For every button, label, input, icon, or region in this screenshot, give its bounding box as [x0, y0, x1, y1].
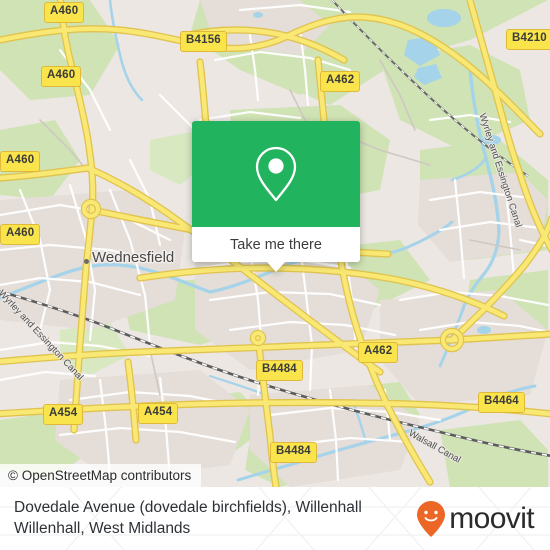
moovit-pin-icon [417, 500, 446, 537]
footer-bar: Dovedale Avenue (dovedale birchfields), … [0, 487, 550, 550]
take-me-there-label: Take me there [230, 236, 322, 253]
map-screenshot: A460 B4156 B4210 A460 A462 A460 A460 A462 B4484 B… [0, 0, 550, 550]
road-shield: A460 [0, 151, 41, 172]
location-title: Dovedale Avenue (dovedale birchfields), … [14, 498, 416, 539]
road-shield: B4210 [506, 29, 550, 50]
moovit-logo[interactable]: moovit [416, 500, 538, 538]
map-canvas[interactable]: A460 B4156 B4210 A460 A462 A460 A460 A462 B4484 B… [0, 0, 550, 487]
road-shield: B4464 [478, 392, 525, 413]
road-shield: B4484 [270, 442, 317, 463]
place-dot [84, 259, 89, 264]
road-shield: A462 [358, 342, 399, 363]
road-shield: B4156 [180, 31, 227, 52]
location-title-line1: Dovedale Avenue (dovedale birchfields), … [14, 499, 362, 517]
location-title-line2: Willenhall, West Midlands [14, 519, 191, 537]
moovit-wordmark: moovit [449, 501, 534, 535]
road-shield: B4484 [256, 360, 303, 381]
road-shield: A454 [43, 404, 84, 425]
take-me-there-button[interactable]: Take me there [192, 227, 360, 262]
road-shield: A462 [320, 71, 361, 92]
map-pin-icon [255, 146, 297, 202]
road-shield: A454 [138, 403, 179, 424]
popup-pointer [267, 262, 285, 272]
location-popup-card[interactable]: Take me there [192, 121, 360, 272]
osm-attribution[interactable]: © OpenStreetMap contributors [0, 464, 202, 487]
road-shield: A460 [41, 66, 82, 87]
popup-header [192, 121, 360, 227]
place-label: Wednesfield [92, 249, 175, 266]
road-shield: A460 [0, 224, 41, 245]
road-shield: A460 [44, 2, 85, 23]
